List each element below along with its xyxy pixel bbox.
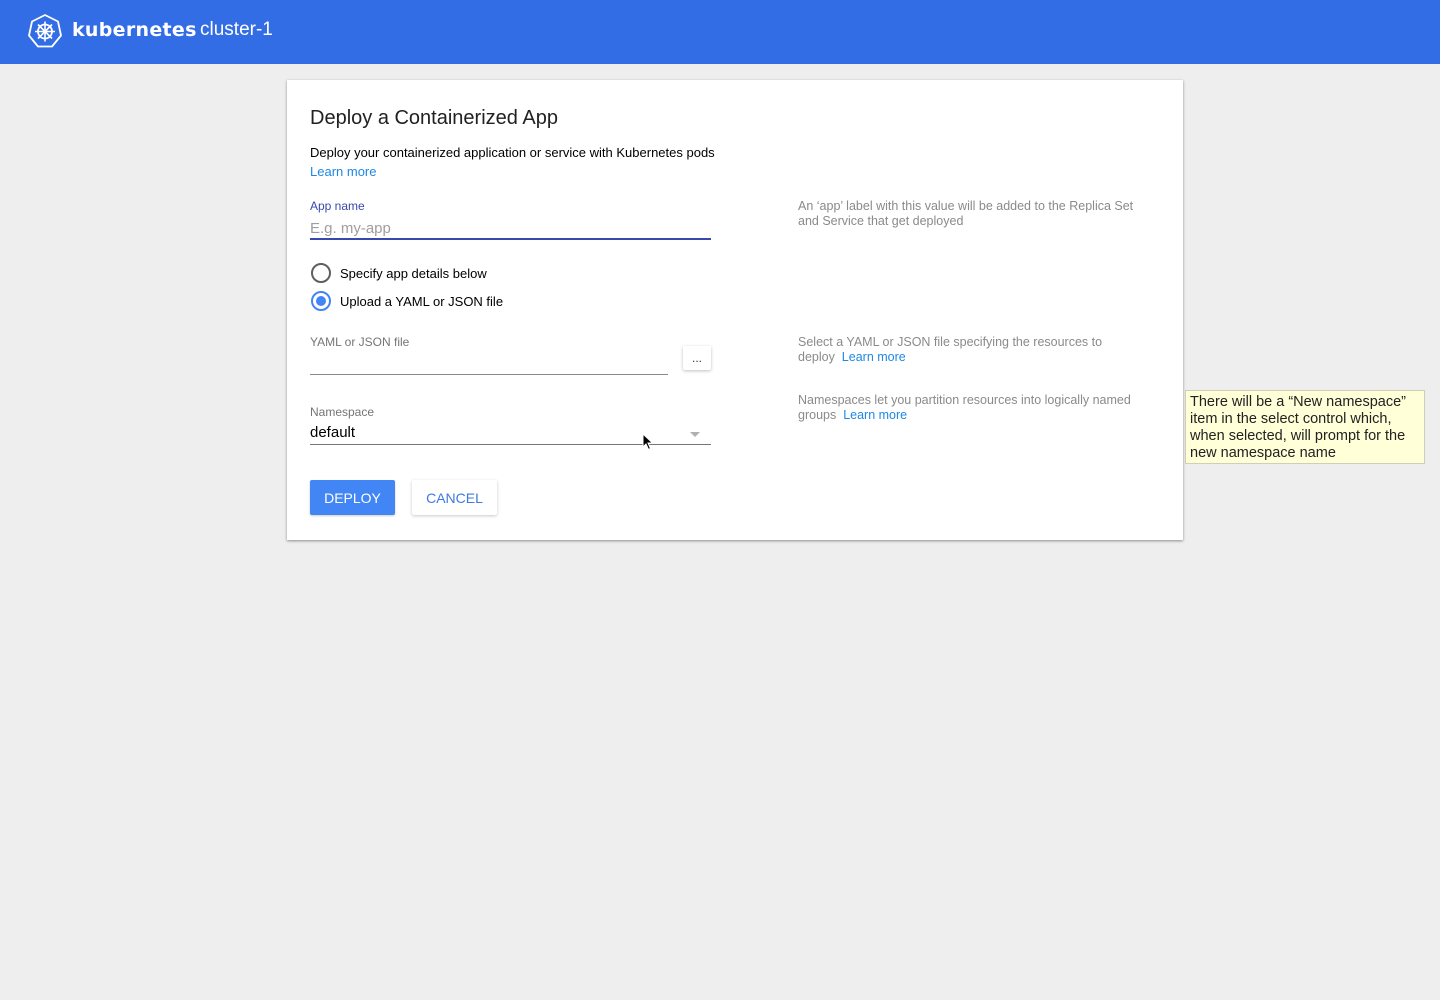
radio-checked-icon[interactable]: [311, 291, 331, 311]
file-input[interactable]: [310, 374, 668, 375]
namespace-selected-value: default: [310, 424, 356, 441]
namespace-help: Namespaces let you partition resources i…: [798, 393, 1138, 423]
brand-name[interactable]: kubernetes: [72, 19, 197, 41]
learn-more-link[interactable]: Learn more: [310, 164, 376, 179]
app-name-help: An ‘app’ label with this value will be a…: [798, 199, 1134, 228]
radio-unchecked-icon[interactable]: [311, 263, 331, 283]
page-subtitle: Deploy your containerized application or…: [310, 145, 715, 160]
radio-upload-file[interactable]: Upload a YAML or JSON file: [311, 291, 503, 311]
browse-file-button[interactable]: ...: [683, 346, 711, 370]
dropdown-caret-icon[interactable]: [690, 432, 700, 437]
deploy-button[interactable]: DEPLOY: [310, 480, 395, 515]
deploy-app-card: Deploy a Containerized App Deploy your c…: [287, 80, 1183, 540]
page-title: Deploy a Containerized App: [310, 107, 558, 129]
namespace-label: Namespace: [310, 405, 375, 419]
app-name-input[interactable]: [310, 218, 711, 240]
kubernetes-logo-icon[interactable]: [27, 13, 63, 49]
file-help: Select a YAML or JSON file specifying th…: [798, 335, 1138, 365]
cluster-name: cluster-1: [200, 19, 273, 40]
namespace-learn-more-link[interactable]: Learn more: [843, 408, 907, 422]
file-label: YAML or JSON file: [310, 335, 410, 349]
file-learn-more-link[interactable]: Learn more: [842, 350, 906, 364]
mouse-cursor-icon: [642, 433, 654, 451]
radio-label: Specify app details below: [340, 265, 487, 281]
cancel-button[interactable]: CANCEL: [412, 480, 497, 515]
radio-label: Upload a YAML or JSON file: [340, 293, 504, 309]
top-app-bar: kubernetes cluster-1: [0, 0, 1440, 64]
app-name-label: App name: [310, 199, 365, 213]
radio-specify-details[interactable]: Specify app details below: [311, 263, 487, 283]
annotation-note: There will be a “New namespace” item in …: [1185, 390, 1425, 464]
